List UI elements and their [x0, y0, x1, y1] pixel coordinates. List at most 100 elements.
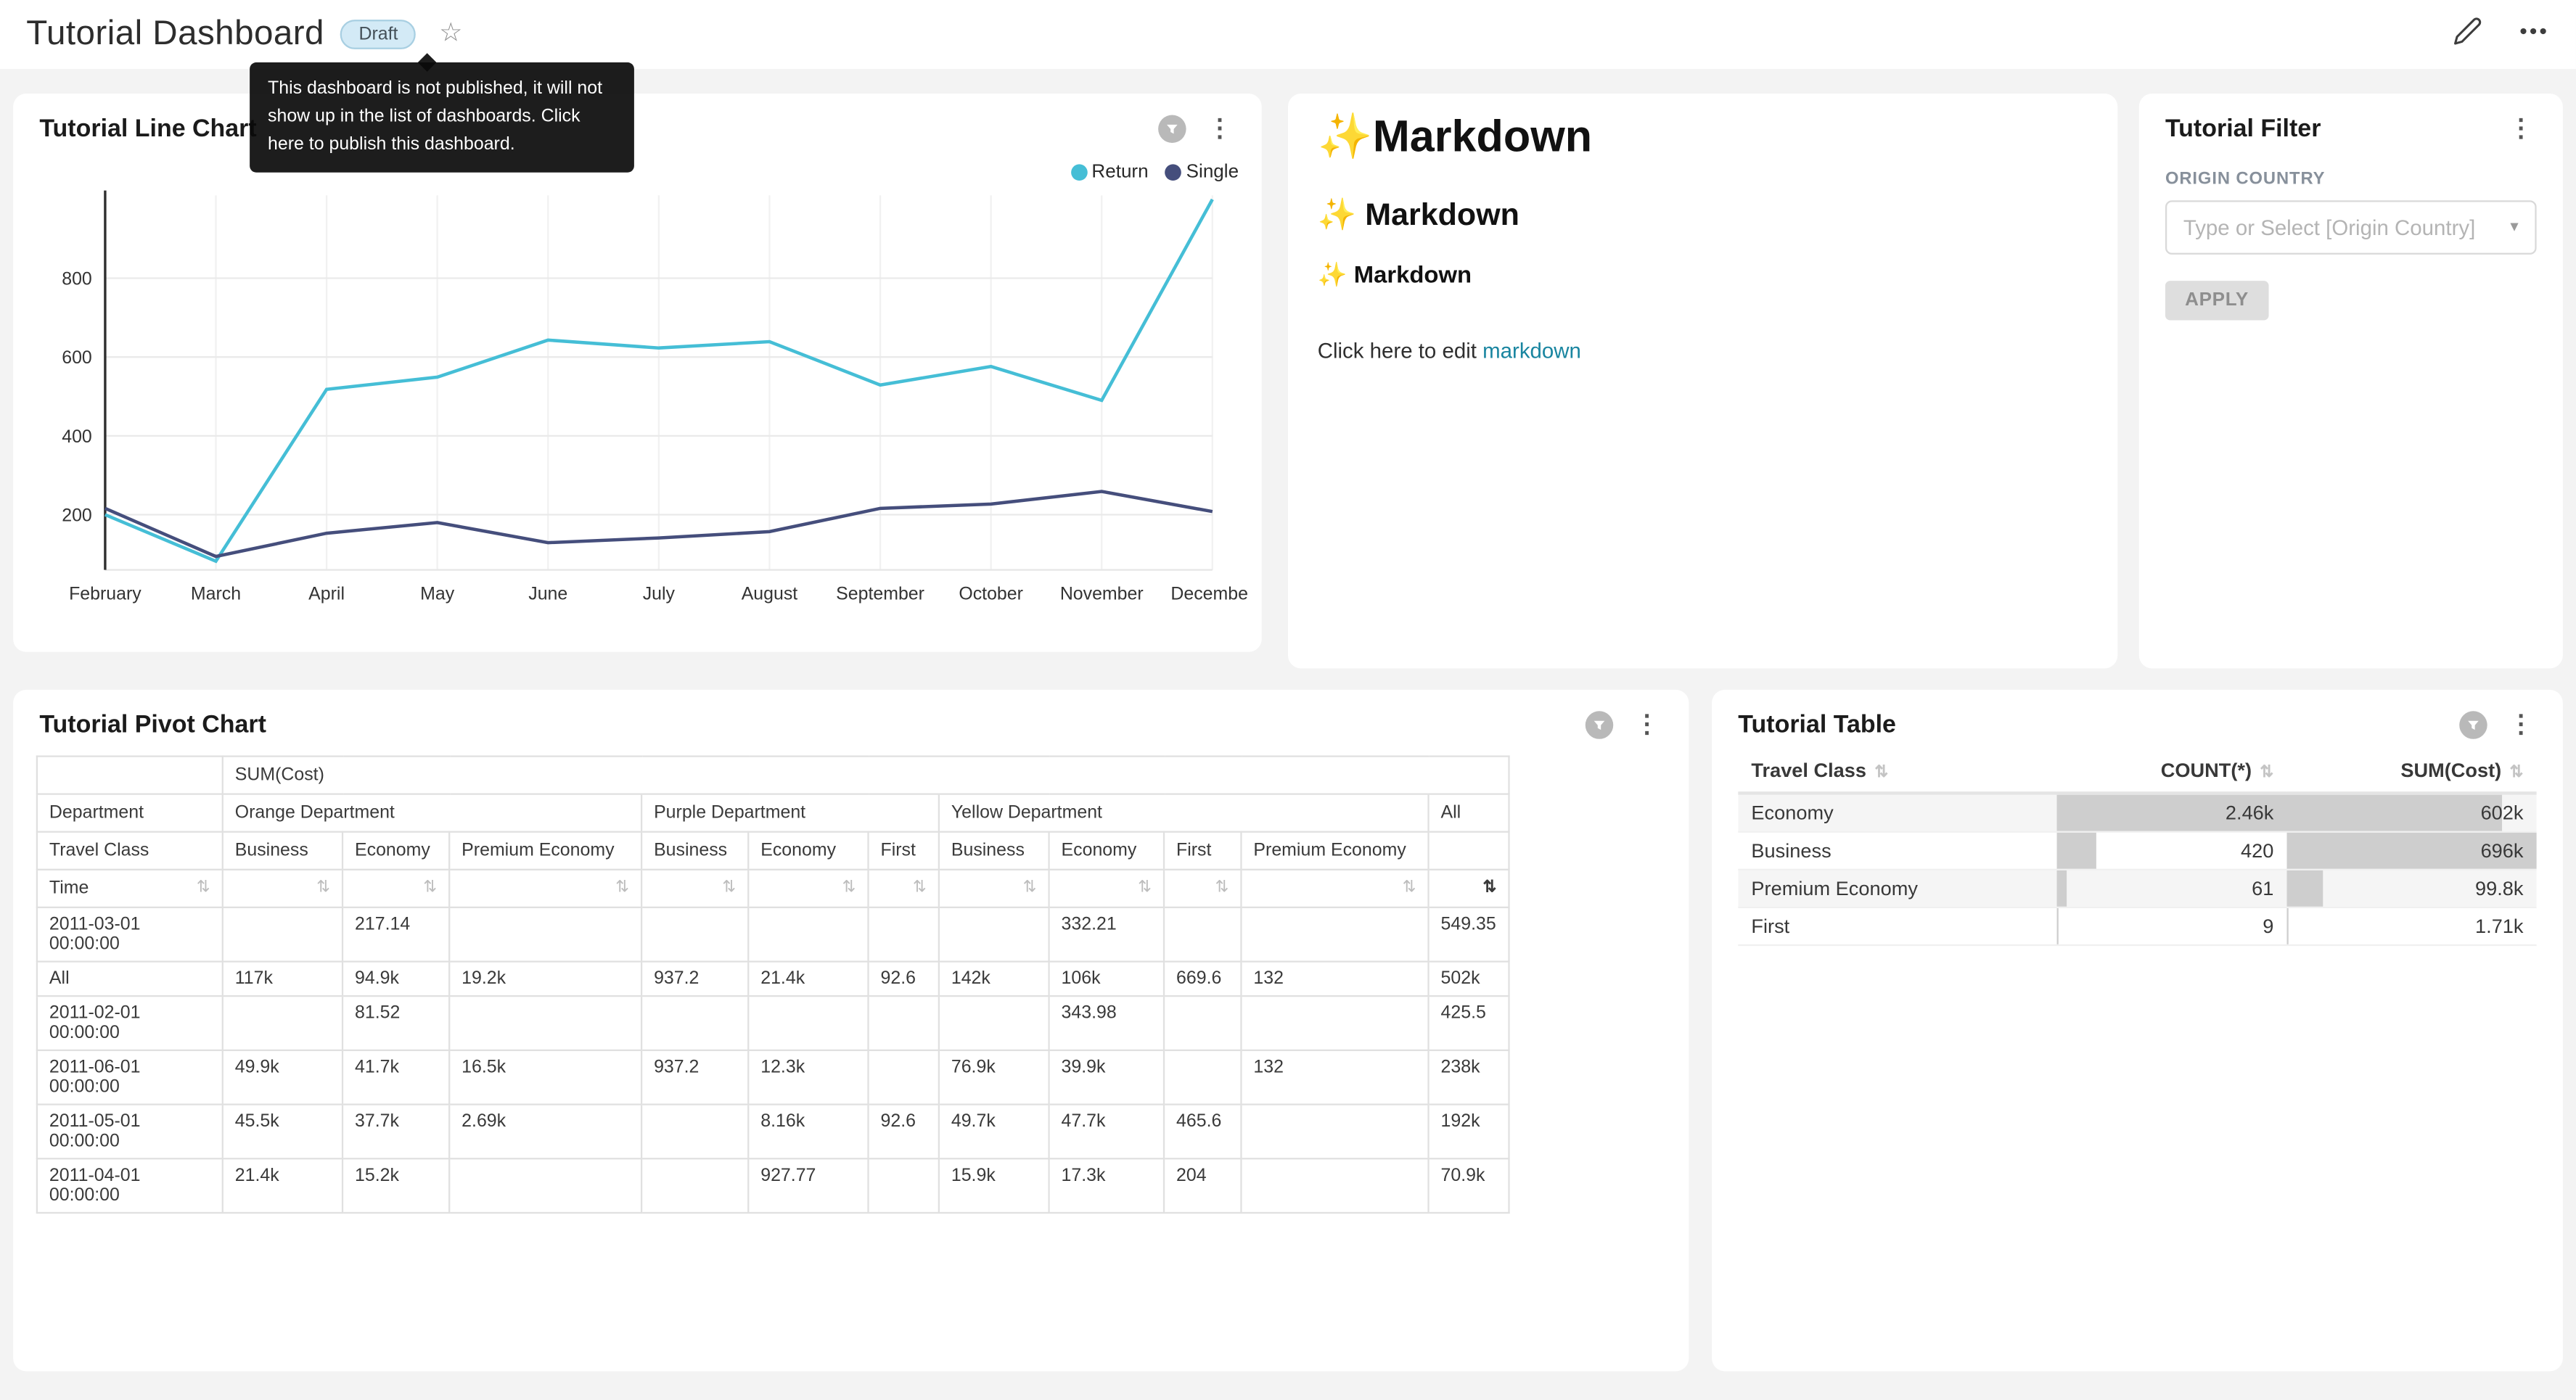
filter-indicator-icon[interactable] [1158, 115, 1186, 142]
pivot-value-cell [1164, 996, 1241, 1050]
pivot-sort-cell: ⇅ [939, 870, 1049, 907]
pivot-group-header: All [1429, 794, 1509, 832]
value-bar [2057, 870, 2067, 907]
svg-text:September: September [836, 583, 924, 604]
sort-icon[interactable]: ⇅ [1215, 878, 1228, 897]
header-actions [2451, 15, 2550, 47]
svg-text:October: October [959, 583, 1023, 604]
pivot-row: 2011-05-01 00:00:0045.5k37.7k2.69k8.16k9… [37, 1105, 1509, 1159]
value-bar [2286, 870, 2322, 907]
pivot-value-cell: 142k [939, 962, 1049, 997]
pivot-row-label: 2011-05-01 00:00:00 [37, 1105, 223, 1159]
svg-text:600: 600 [62, 347, 92, 368]
sort-icon[interactable]: ⇅ [842, 878, 856, 897]
sort-icon[interactable]: ⇅ [1023, 878, 1037, 897]
pivot-value-cell: 332.21 [1049, 907, 1164, 962]
pivot-sort-cell: ⇅ [1241, 870, 1428, 907]
pivot-row: 2011-02-01 00:00:0081.52343.98425.5 [37, 996, 1509, 1050]
legend-dot [1070, 164, 1087, 181]
sort-icon[interactable]: ⇅ [615, 878, 629, 897]
metric-cell: 99.8k [2286, 870, 2536, 907]
line-chart-menu-icon[interactable]: ⋮ [1205, 117, 1236, 141]
pivot-value-cell: 49.9k [223, 1050, 342, 1105]
dashboard-header: Tutorial Dashboard Draft ☆ [0, 0, 2576, 69]
sort-icon[interactable]: ⇅ [1874, 764, 1888, 782]
filter-indicator-icon[interactable] [2459, 711, 2487, 738]
pivot-group-header: Orange Department [223, 794, 641, 832]
pivot-card-header: Tutorial Pivot Chart ⋮ [13, 690, 1689, 749]
sort-icon[interactable]: ⇅ [1138, 878, 1152, 897]
metric-cell: 602k [2286, 794, 2536, 832]
value-bar [2286, 908, 2287, 944]
value-bar [2057, 908, 2059, 944]
pivot-value-cell: 2.69k [449, 1105, 641, 1159]
pivot-value-cell [641, 996, 748, 1050]
filter-card-title: Tutorial Filter [2165, 115, 2321, 142]
table-title: Tutorial Table [1738, 711, 1896, 738]
chart-legend[interactable]: Return Single [1070, 162, 1239, 182]
svg-text:August: August [742, 583, 798, 604]
pivot-row-label: 2011-04-01 00:00:00 [37, 1158, 223, 1213]
filter-indicator-icon[interactable] [1586, 711, 1613, 738]
pivot-row: 2011-03-01 00:00:00217.14332.21549.35 [37, 907, 1509, 962]
metric-value: 99.8k [2475, 877, 2523, 900]
legend-item-return[interactable]: Return [1070, 162, 1149, 182]
pivot-sort-cell: ⇅ [449, 870, 641, 907]
pivot-col-dim-header: Travel Class [37, 832, 223, 870]
sort-icon[interactable]: ⇅ [316, 878, 330, 897]
pivot-value-cell: 70.9k [1429, 1158, 1509, 1213]
metric-value: 61 [2252, 877, 2273, 900]
sort-icon[interactable]: ⇅ [1483, 878, 1497, 897]
pivot-value-cell: 204 [1164, 1158, 1241, 1213]
pivot-class-header: Premium Economy [1241, 832, 1428, 870]
svg-text:March: March [191, 583, 241, 604]
origin-country-select[interactable]: Type or Select [Origin Country] ▾ [2165, 200, 2537, 255]
table-menu-icon[interactable]: ⋮ [2506, 713, 2537, 738]
pivot-sort-cell: ⇅ [342, 870, 449, 907]
pivot-chart-menu-icon[interactable]: ⋮ [1631, 713, 1662, 738]
pivot-value-cell: 465.6 [1164, 1105, 1241, 1159]
travel-class-cell: Premium Economy [1738, 870, 2056, 907]
pivot-class-header: First [1164, 832, 1241, 870]
metric-value: 1.71k [2475, 915, 2523, 938]
sort-icon[interactable]: ⇅ [722, 878, 736, 897]
pivot-value-cell [1164, 1050, 1241, 1105]
sort-icon[interactable]: ⇅ [913, 878, 927, 897]
favorite-star-icon[interactable]: ☆ [439, 21, 462, 47]
pivot-class-header: Business [641, 832, 748, 870]
table-column-header[interactable]: Travel Class⇅ [1738, 749, 2056, 793]
pivot-value-cell: 343.98 [1049, 996, 1164, 1050]
sort-icon[interactable]: ⇅ [2260, 764, 2273, 782]
legend-item-single[interactable]: Single [1165, 162, 1239, 182]
pivot-value-cell [1241, 996, 1428, 1050]
pivot-value-cell [449, 996, 641, 1050]
line-chart-card-header: Tutorial Line Chart ⋮ [13, 94, 1262, 153]
line-chart-title: Tutorial Line Chart [39, 115, 256, 142]
edit-dashboard-icon[interactable] [2451, 15, 2484, 47]
apply-button[interactable]: APPLY [2165, 281, 2268, 320]
sort-icon[interactable]: ⇅ [423, 878, 437, 897]
travel-class-cell: Business [1738, 832, 2056, 870]
pivot-row-label: All [37, 962, 223, 997]
column-label: COUNT(*) [2161, 759, 2252, 782]
sort-icon[interactable]: ⇅ [2510, 764, 2524, 782]
pivot-class-header: Business [939, 832, 1049, 870]
pivot-table-container: SUM(Cost)DepartmentOrange DepartmentPurp… [13, 749, 1689, 1220]
pivot-value-cell [869, 1158, 939, 1213]
markdown-edit-link[interactable]: markdown [1482, 338, 1581, 363]
pivot-row-dim-header: Department [37, 794, 223, 832]
filter-card-menu-icon[interactable]: ⋮ [2506, 117, 2537, 141]
filter-card-header: Tutorial Filter ⋮ [2139, 94, 2563, 153]
sort-icon[interactable]: ⇅ [197, 878, 210, 897]
pivot-value-cell [641, 1158, 748, 1213]
legend-label: Single [1186, 162, 1239, 182]
pivot-value-cell: 76.9k [939, 1050, 1049, 1105]
pivot-value-cell: 81.52 [342, 996, 449, 1050]
sort-icon[interactable]: ⇅ [1403, 878, 1416, 897]
table-column-header[interactable]: COUNT(*) ⇅ [2057, 749, 2287, 793]
draft-badge[interactable]: Draft [341, 20, 417, 49]
more-options-icon[interactable] [2516, 15, 2549, 47]
pivot-value-cell: 21.4k [748, 962, 868, 997]
line-chart-card: Tutorial Line Chart ⋮ ReturnSingle 20040… [13, 94, 1262, 652]
table-column-header[interactable]: SUM(Cost)⇅ [2286, 749, 2536, 793]
